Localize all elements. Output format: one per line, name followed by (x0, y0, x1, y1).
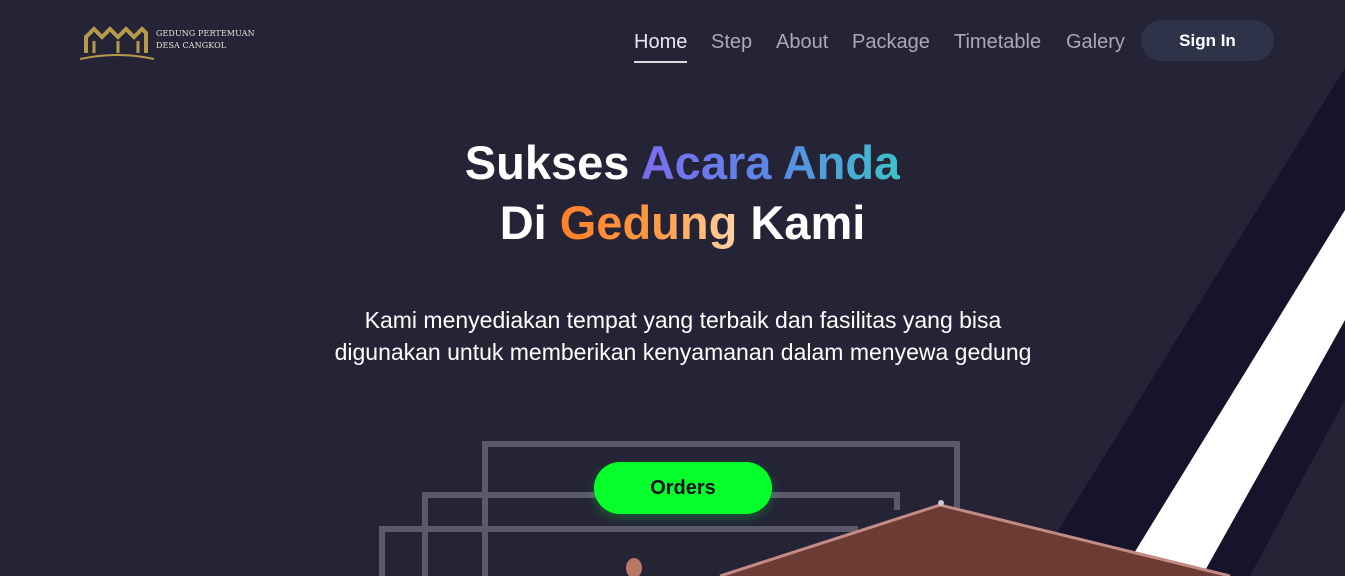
person-figure-image (626, 558, 642, 576)
brand-line-1: GEDUNG PERTEMUAN (156, 29, 255, 38)
nav-home[interactable]: Home (634, 31, 687, 54)
headline-word-sukses: Sukses (464, 136, 630, 189)
nav-timetable[interactable]: Timetable (954, 31, 1041, 54)
site-logo[interactable]: GEDUNG PERTEMUAN DESA CANGKOL (80, 21, 255, 61)
orders-button[interactable]: Orders (594, 462, 772, 514)
nav-active-indicator (634, 61, 687, 63)
hero-headline-line-2: Di Gedung Kami (0, 194, 1345, 252)
brand-line-2: DESA CANGKOL (156, 41, 227, 50)
nav-galery[interactable]: Galery (1066, 31, 1125, 54)
building-logo-icon (80, 26, 154, 60)
hero-subtitle: Kami menyediakan tempat yang terbaik dan… (334, 307, 1032, 365)
headline-word-kami: Kami (750, 196, 866, 249)
brand-name: GEDUNG PERTEMUAN DESA CANGKOL (156, 28, 255, 52)
hero-headline-line-1: Sukses Acara Anda (0, 134, 1345, 192)
nav-about[interactable]: About (776, 31, 828, 54)
nav-package[interactable]: Package (852, 31, 930, 54)
sign-in-button[interactable]: Sign In (1141, 20, 1274, 61)
headline-word-di: Di (499, 196, 547, 249)
headline-highlight-gedung: Gedung (559, 196, 738, 249)
nav-step[interactable]: Step (711, 31, 752, 54)
headline-highlight-acara-anda: Acara Anda (640, 136, 901, 189)
roof-finial (938, 500, 944, 506)
